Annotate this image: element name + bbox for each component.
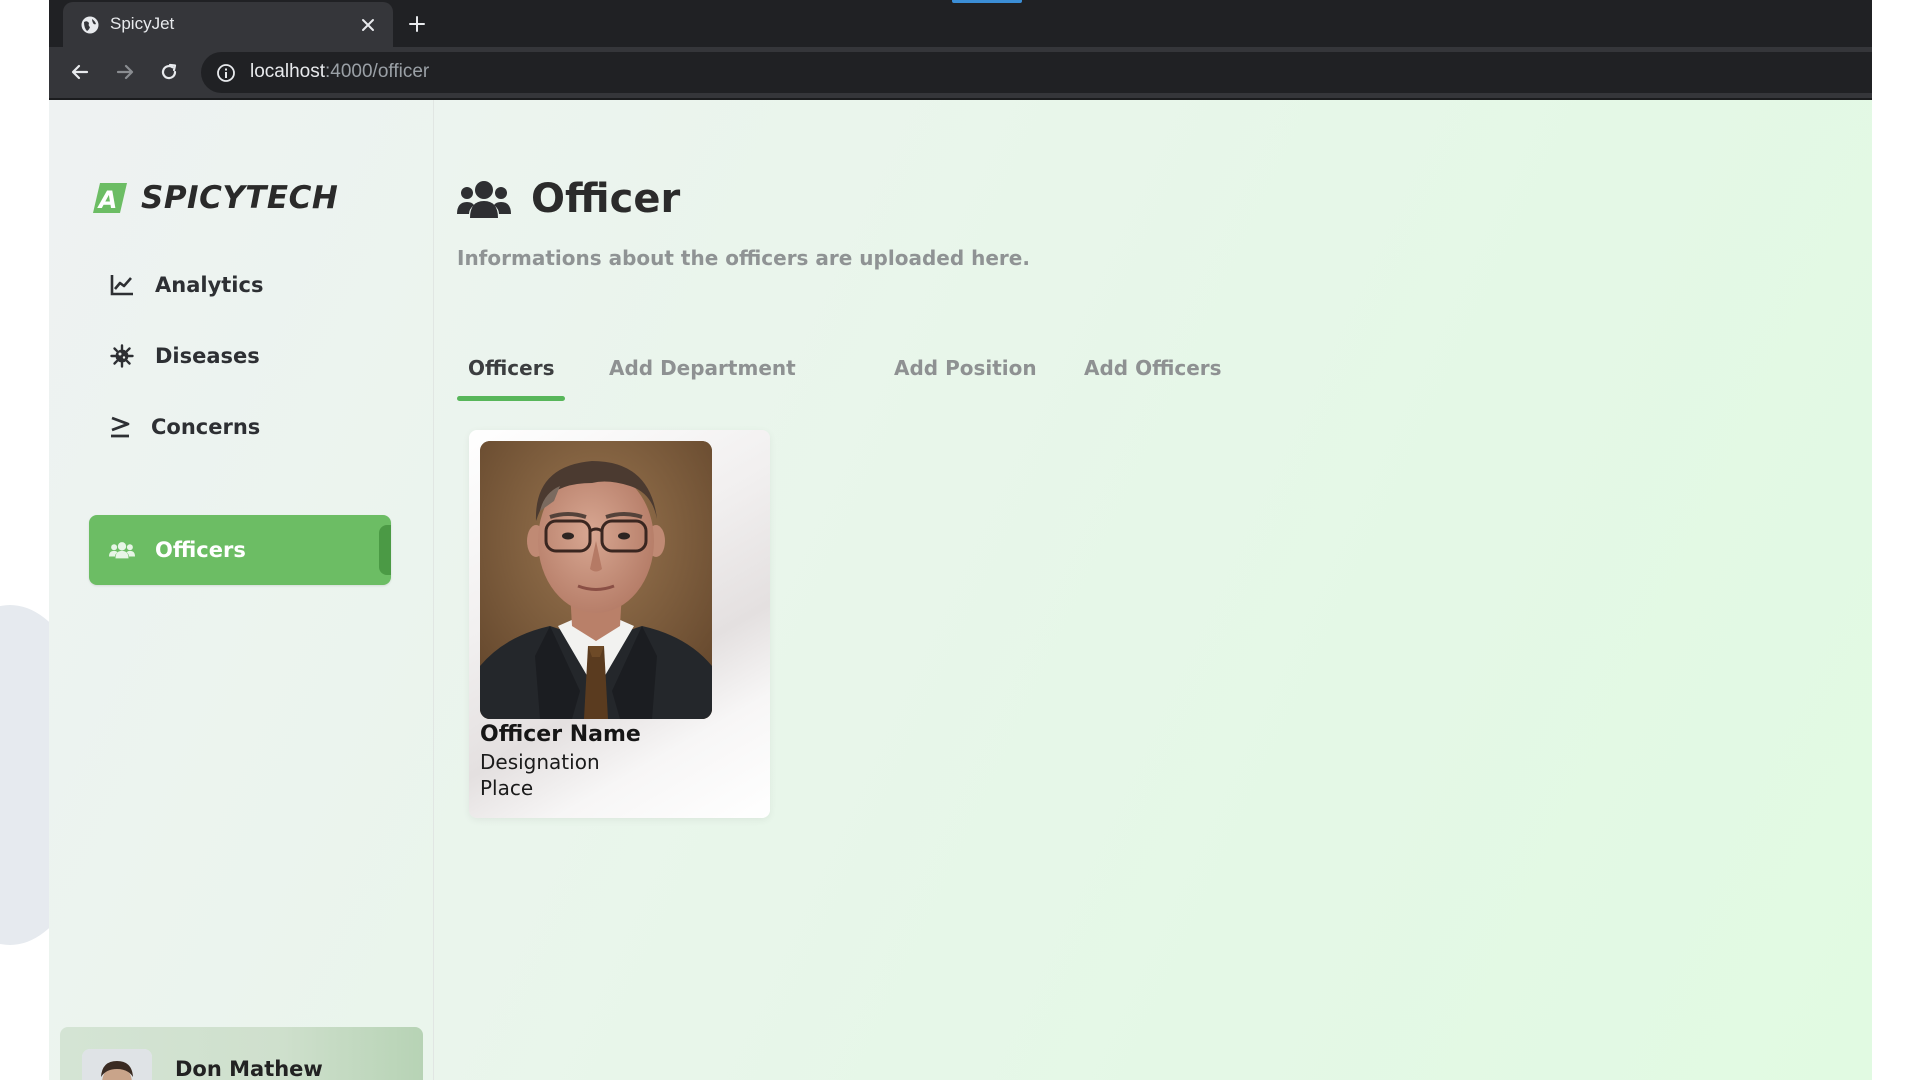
- info-icon[interactable]: [215, 62, 237, 84]
- tab-officers[interactable]: Officers: [457, 356, 565, 402]
- tab-drag-indicator: [952, 0, 1022, 3]
- brand[interactable]: A SPICYTECH: [93, 180, 338, 216]
- officer-card[interactable]: Officer Name Designation Place: [469, 430, 770, 818]
- tab-add-position[interactable]: Add Position: [894, 356, 1037, 402]
- page-header: Officer: [457, 176, 680, 222]
- active-tab-underline: [457, 396, 565, 401]
- sidebar-item-diseases[interactable]: Diseases: [89, 321, 391, 391]
- tab-label: Add Position: [894, 356, 1037, 380]
- sidebar-item-concerns[interactable]: Concerns: [89, 392, 391, 462]
- user-name: Don Mathew: [175, 1057, 323, 1080]
- tab-label: Add Officers: [1084, 356, 1222, 380]
- user-profile-card[interactable]: Don Mathew: [60, 1027, 423, 1080]
- web-viewport: A SPICYTECH Analytics Diseases Concerns …: [49, 100, 1872, 1080]
- sidebar-item-label: Officers: [155, 538, 246, 562]
- globe-icon: [80, 15, 100, 35]
- active-indicator: [379, 525, 391, 575]
- arrow-left-icon[interactable]: [66, 58, 94, 86]
- page-subtitle: Informations about the officers are uplo…: [457, 246, 1030, 270]
- sidebar: A SPICYTECH Analytics Diseases Concerns …: [49, 100, 434, 1080]
- brand-logo-icon: A: [93, 183, 127, 213]
- greater-equal-icon: [107, 414, 133, 440]
- page-title: Officer: [531, 176, 681, 222]
- arrow-right-icon[interactable]: [111, 58, 139, 86]
- users-icon: [109, 537, 135, 563]
- sidebar-item-label: Concerns: [151, 415, 261, 439]
- reload-icon[interactable]: [155, 58, 183, 86]
- tab-add-officers[interactable]: Add Officers: [1084, 356, 1222, 402]
- url-host: localhost: [250, 61, 325, 82]
- sidebar-item-officers[interactable]: Officers: [89, 515, 391, 585]
- tab-title: SpicyJet: [110, 14, 175, 33]
- browser-tabstrip: SpicyJet: [49, 0, 1872, 47]
- brand-logo-letter: A: [97, 186, 118, 213]
- sidebar-item-analytics[interactable]: Analytics: [89, 250, 391, 320]
- virus-icon: [109, 343, 135, 369]
- url-path: :4000/officer: [325, 61, 430, 82]
- avatar: [82, 1049, 152, 1080]
- officer-name: Officer Name: [480, 722, 641, 747]
- officer-photo: [480, 441, 712, 719]
- sidebar-item-label: Analytics: [155, 273, 264, 297]
- officer-place: Place: [480, 776, 534, 800]
- close-icon[interactable]: [357, 14, 379, 36]
- tab-label: Officers: [468, 356, 555, 380]
- tab-label: Add Department: [609, 356, 796, 380]
- browser-window: SpicyJet localhost:4000/officer A SPICYT…: [49, 0, 1872, 1080]
- browser-tab[interactable]: SpicyJet: [63, 2, 393, 47]
- browser-toolbar: localhost:4000/officer: [49, 47, 1872, 100]
- line-chart-icon: [109, 272, 135, 298]
- url-text: localhost:4000/officer: [250, 61, 429, 83]
- address-bar[interactable]: localhost:4000/officer: [201, 52, 1872, 93]
- officer-designation: Designation: [480, 750, 600, 774]
- tab-add-department[interactable]: Add Department: [609, 356, 796, 402]
- brand-name: SPICYTECH: [141, 180, 339, 216]
- users-icon: [457, 181, 511, 218]
- plus-icon[interactable]: [405, 12, 429, 36]
- sidebar-item-label: Diseases: [155, 344, 260, 368]
